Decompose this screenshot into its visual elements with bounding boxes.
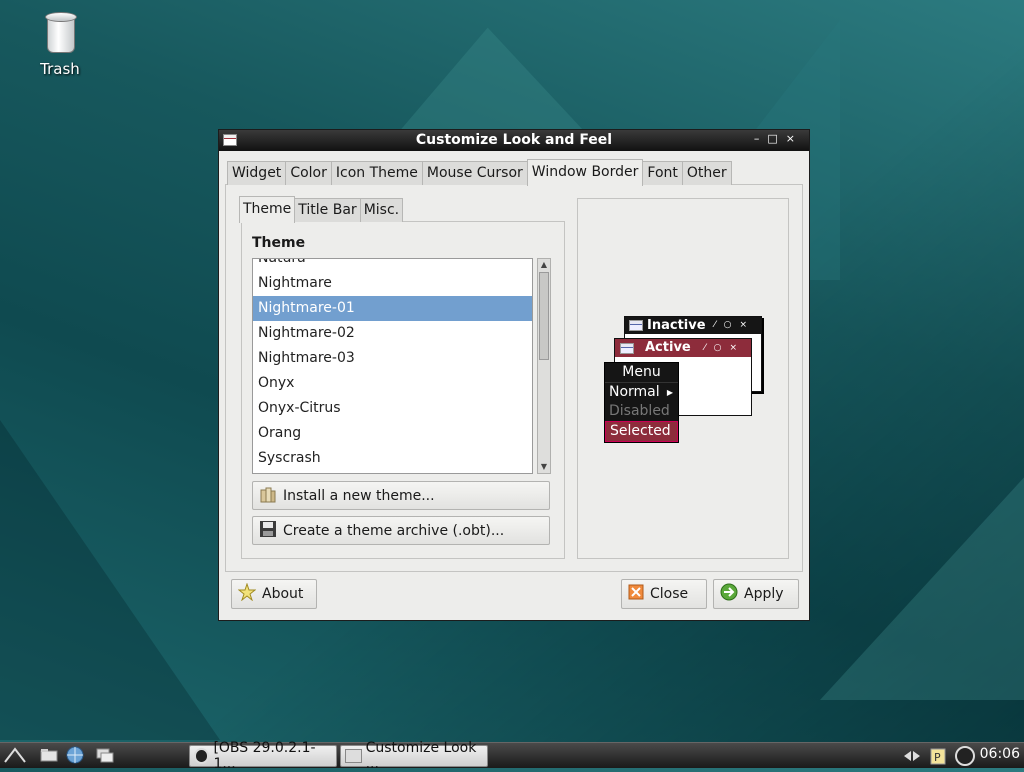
show-desktop-icon[interactable] (94, 745, 116, 765)
preview-active-title: Active (645, 340, 691, 355)
sub-tabs: Theme Title Bar Misc. (239, 196, 404, 223)
desktop-icon-trash[interactable]: Trash (30, 12, 90, 78)
window-icon (620, 343, 634, 354)
tab-mouse-cursor[interactable]: Mouse Cursor (421, 161, 528, 185)
list-item[interactable]: Onyx (253, 371, 532, 396)
window-titlebar[interactable]: Customize Look and Feel –□× (219, 130, 809, 151)
list-item[interactable]: Natura (253, 259, 532, 271)
obs-icon (194, 748, 210, 764)
preview-menu-title: Menu (605, 363, 678, 383)
task-customize[interactable]: Customize Look ... (340, 740, 488, 772)
close-button[interactable]: Close (621, 579, 707, 609)
subtab-theme[interactable]: Theme (239, 196, 296, 223)
tab-window-border[interactable]: Window Border (526, 159, 644, 186)
window-title: Customize Look and Feel (415, 132, 613, 148)
obs-tray-icon[interactable] (955, 745, 979, 767)
apply-icon (720, 583, 738, 605)
create-archive-label: Create a theme archive (.obt)... (283, 522, 505, 539)
trash-icon (45, 12, 77, 53)
preview-menu: Menu Normal ▶ Disabled Selected (604, 362, 679, 443)
preview-window-buttons: ⁄○× (704, 343, 745, 353)
clipboard-tray-icon[interactable]: P (930, 745, 946, 767)
close-window-button[interactable]: × (786, 132, 803, 145)
desktop-icon-label: Trash (40, 60, 80, 78)
minimize-button[interactable]: – (754, 132, 768, 145)
list-item[interactable]: Nightmare-03 (253, 346, 532, 371)
list-item[interactable]: Syscrash (253, 446, 532, 471)
tab-font[interactable]: Font (642, 161, 683, 185)
theme-list-scrollbar[interactable]: ▲ ▼ (537, 258, 551, 474)
customize-window: Customize Look and Feel –□× Widget Color… (218, 129, 810, 621)
tab-other[interactable]: Other (681, 161, 732, 185)
browser-icon[interactable] (64, 745, 86, 765)
svg-text:P: P (934, 751, 941, 764)
preview-inactive-title: Inactive (647, 318, 706, 333)
start-menu-icon[interactable] (4, 745, 26, 765)
window-icon (345, 749, 362, 763)
about-button[interactable]: About (231, 579, 317, 609)
apply-label: Apply (744, 586, 784, 602)
scroll-down-icon[interactable]: ▼ (538, 461, 550, 473)
install-theme-button[interactable]: Install a new theme... (252, 481, 550, 510)
tab-widget[interactable]: Widget (227, 161, 287, 185)
section-title: Theme (252, 235, 306, 251)
tab-icon-theme[interactable]: Icon Theme (330, 161, 423, 185)
maximize-button[interactable]: □ (767, 132, 785, 145)
close-icon (628, 584, 644, 604)
preview-menu-selected: Selected (605, 421, 678, 442)
floppy-disk-icon (259, 520, 277, 542)
wallpaper-shape (0, 420, 220, 740)
preview-window-buttons: ⁄○× (714, 320, 755, 330)
install-theme-label: Install a new theme... (283, 487, 435, 504)
subtab-misc[interactable]: Misc. (359, 198, 404, 222)
scroll-up-icon[interactable]: ▲ (538, 259, 550, 271)
wallpaper-shape (820, 460, 1024, 700)
task-obs[interactable]: [OBS 29.0.2.1-1... (189, 740, 337, 772)
preview-menu-normal: Normal ▶ (609, 384, 673, 400)
window-icon (629, 320, 643, 331)
network-tray-icon[interactable] (902, 745, 922, 767)
subtab-title-bar[interactable]: Title Bar (294, 198, 361, 222)
list-item[interactable]: Onyx-Citrus (253, 396, 532, 421)
task-obs-label: [OBS 29.0.2.1-1... (213, 740, 316, 772)
star-icon (237, 582, 257, 605)
list-item[interactable]: Orang (253, 421, 532, 446)
list-item[interactable]: Nightmare-02 (253, 321, 532, 346)
close-label: Close (650, 586, 689, 602)
submenu-arrow-icon: ▶ (666, 388, 673, 397)
preview-menu-disabled: Disabled (609, 403, 670, 419)
list-item[interactable]: Nightmare (253, 271, 532, 296)
create-archive-button[interactable]: Create a theme archive (.obt)... (252, 516, 550, 545)
list-item-selected[interactable]: Nightmare-01 (253, 296, 532, 321)
scroll-thumb[interactable] (539, 272, 549, 360)
task-customize-label: Customize Look ... (365, 740, 477, 772)
apply-button[interactable]: Apply (713, 579, 799, 609)
about-label: About (262, 586, 304, 602)
tab-color[interactable]: Color (285, 161, 332, 185)
package-icon (259, 485, 277, 507)
main-tabs: Widget Color Icon Theme Mouse Cursor Win… (227, 159, 732, 186)
file-manager-icon[interactable] (38, 745, 60, 765)
taskbar: [OBS 29.0.2.1-1... Customize Look ... P … (0, 740, 1024, 772)
theme-list[interactable]: Natura Nightmare Nightmare-01 Nightmare-… (252, 258, 533, 474)
clock[interactable]: 06:06 (980, 746, 1020, 762)
